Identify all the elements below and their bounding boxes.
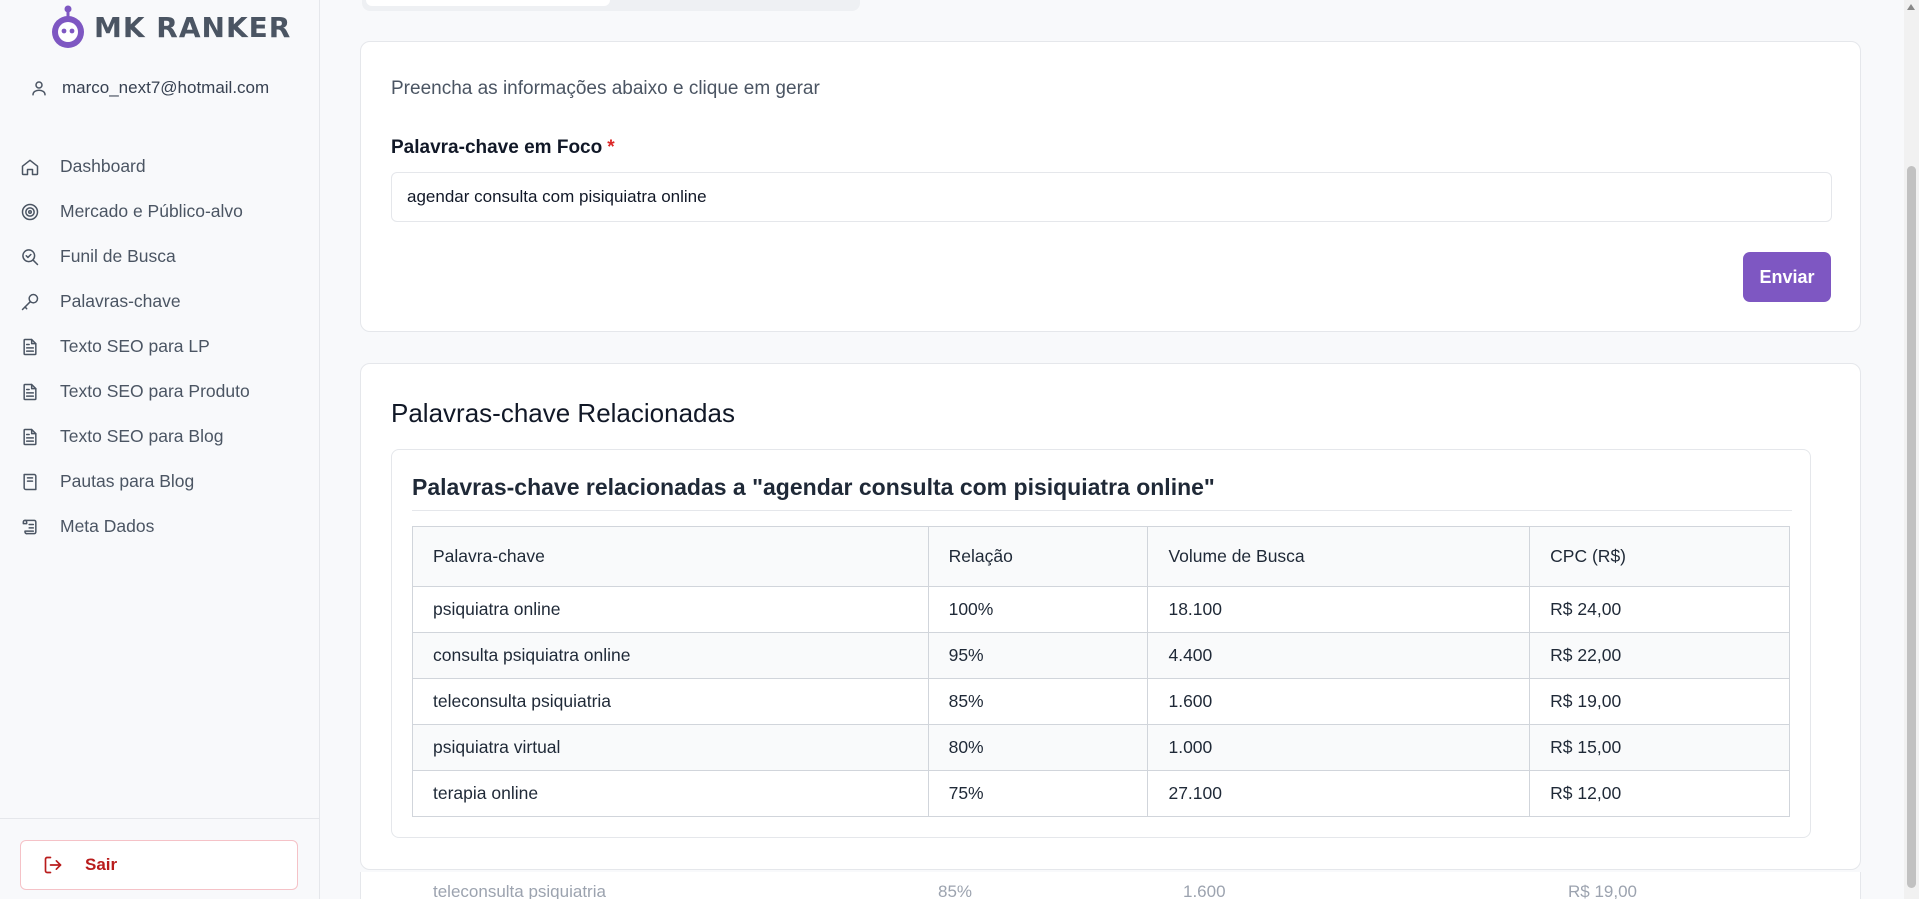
search-check-icon [20, 247, 40, 267]
submit-button[interactable]: Enviar [1743, 252, 1831, 302]
user-info: marco_next7@hotmail.com [30, 78, 269, 98]
keyword-cell: psiquiatra online [412, 586, 929, 633]
column-header[interactable]: CPC (R$) [1529, 526, 1790, 587]
sidebar-item-label: Funil de Busca [60, 246, 176, 266]
keyword-field-label-text: Palavra-chave em Foco [391, 137, 603, 158]
sidebar-item-label: Pautas para Blog [60, 471, 195, 491]
table-row: terapia online 75% 27.100 R$ 12,00 [412, 770, 1790, 817]
table-row: consulta psiquiatra online 95% 4.400 R$ … [412, 632, 1790, 679]
underlying-table-edge: teleconsulta psiquiatria 85% 1.600 R$ 19… [360, 872, 1861, 899]
table-row: psiquiatra virtual 80% 1.000 R$ 15,00 [412, 724, 1790, 771]
target-icon [20, 202, 40, 222]
brand-logo[interactable]: MK RANKER [46, 2, 291, 52]
table-row: teleconsulta psiquiatria 85% 1.600 R$ 19… [412, 678, 1790, 725]
heading-divider [412, 510, 1792, 511]
keyword-input[interactable] [391, 172, 1832, 222]
sidebar-item-meta-dados[interactable]: Meta Dados [20, 504, 302, 549]
table-row: psiquiatra online 100% 18.100 R$ 24,00 [412, 586, 1790, 633]
related-keywords-table: Palavra-chave Relação Volume de Busca CP… [412, 526, 1790, 817]
sidebar-item-label: Mercado e Público-alvo [60, 201, 243, 221]
table-header-row: Palavra-chave Relação Volume de Busca CP… [412, 526, 1790, 587]
logout-label: Sair [85, 855, 118, 874]
brand-name: MK RANKER [94, 10, 292, 44]
cpc-cell: R$ 12,00 [1529, 770, 1790, 817]
sidebar-divider [0, 818, 320, 819]
document-icon [20, 337, 40, 357]
user-email: marco_next7@hotmail.com [62, 78, 270, 97]
keyword-cell: terapia online [412, 770, 929, 817]
volume-cell: 4.400 [1147, 632, 1531, 679]
related-keywords-heading: Palavras-chave relacionadas a "agendar c… [412, 474, 1215, 500]
keyword-cell: psiquiatra virtual [412, 724, 929, 771]
document-icon [20, 427, 40, 447]
scroll-up-arrow-icon[interactable] [1907, 4, 1915, 10]
underlying-volume: 1.600 [1183, 882, 1226, 899]
relation-cell: 100% [927, 586, 1149, 633]
sidebar-item-mercado[interactable]: Mercado e Público-alvo [20, 189, 302, 234]
volume-cell: 1.600 [1147, 678, 1531, 725]
page-scrollbar[interactable] [1904, 0, 1919, 899]
keyword-form-card: Preencha as informações abaixo e clique … [360, 41, 1861, 332]
keyword-field-label: Palavra-chave em Foco * [391, 137, 615, 159]
column-header[interactable]: Palavra-chave [412, 526, 929, 587]
book-icon [20, 472, 40, 492]
underlying-relation: 85% [938, 882, 973, 899]
cpc-cell: R$ 15,00 [1529, 724, 1790, 771]
volume-cell: 18.100 [1147, 586, 1531, 633]
user-icon [32, 81, 46, 96]
key-icon [20, 292, 40, 312]
robot-logo-icon [52, 5, 84, 48]
underlying-cpc: R$ 19,00 [1568, 882, 1637, 899]
sidebar-item-texto-seo-blog[interactable]: Texto SEO para Blog [20, 414, 302, 459]
keyword-cell: consulta psiquiatra online [412, 632, 929, 679]
cpc-cell: R$ 24,00 [1529, 586, 1790, 633]
sidebar-item-label: Texto SEO para Blog [60, 426, 224, 446]
volume-cell: 27.100 [1147, 770, 1531, 817]
underlying-keyword: teleconsulta psiquiatria [433, 882, 606, 899]
sidebar-item-label: Dashboard [60, 156, 146, 176]
volume-cell: 1.000 [1147, 724, 1531, 771]
sidebar-item-pautas-blog[interactable]: Pautas para Blog [20, 459, 302, 504]
underlying-row: teleconsulta psiquiatria 85% 1.600 R$ 19… [361, 882, 1860, 899]
logout-icon [44, 856, 62, 874]
column-header[interactable]: Volume de Busca [1147, 526, 1531, 587]
tab-active[interactable] [366, 0, 610, 6]
relation-cell: 80% [927, 724, 1149, 771]
sidebar-item-label: Meta Dados [60, 516, 155, 536]
results-title: Palavras-chave Relacionadas [391, 398, 735, 428]
sidebar-item-label: Palavras-chave [60, 291, 181, 311]
document-icon [20, 382, 40, 402]
relation-cell: 95% [927, 632, 1149, 679]
related-keywords-card: Palavras-chave Relacionadas Palavras-cha… [360, 363, 1861, 870]
sidebar-item-texto-seo-produto[interactable]: Texto SEO para Produto [20, 369, 302, 414]
sidebar-item-texto-seo-lp[interactable]: Texto SEO para LP [20, 324, 302, 369]
cpc-cell: R$ 22,00 [1529, 632, 1790, 679]
cpc-cell: R$ 19,00 [1529, 678, 1790, 725]
sidebar-nav: Dashboard Mercado e Público-alvo Funil d… [20, 144, 302, 549]
keyword-cell: teleconsulta psiquiatria [412, 678, 929, 725]
logout-button[interactable]: Sair [20, 840, 298, 890]
related-keywords-panel: Palavras-chave relacionadas a "agendar c… [391, 449, 1811, 838]
sidebar-item-funil[interactable]: Funil de Busca [20, 234, 302, 279]
home-icon [20, 157, 40, 177]
sidebar: MK RANKER marco_next7@hotmail.com Dashbo… [0, 0, 320, 899]
column-header[interactable]: Relação [927, 526, 1149, 587]
scroll-icon [20, 517, 40, 537]
relation-cell: 85% [927, 678, 1149, 725]
required-mark: * [607, 137, 615, 158]
scrollbar-thumb[interactable] [1907, 166, 1916, 888]
sidebar-item-label: Texto SEO para Produto [60, 381, 250, 401]
sidebar-item-label: Texto SEO para LP [60, 336, 210, 356]
form-intro: Preencha as informações abaixo e clique … [391, 78, 820, 99]
sidebar-item-dashboard[interactable]: Dashboard [20, 144, 302, 189]
sidebar-item-palavras-chave[interactable]: Palavras-chave [20, 279, 302, 324]
relation-cell: 75% [927, 770, 1149, 817]
